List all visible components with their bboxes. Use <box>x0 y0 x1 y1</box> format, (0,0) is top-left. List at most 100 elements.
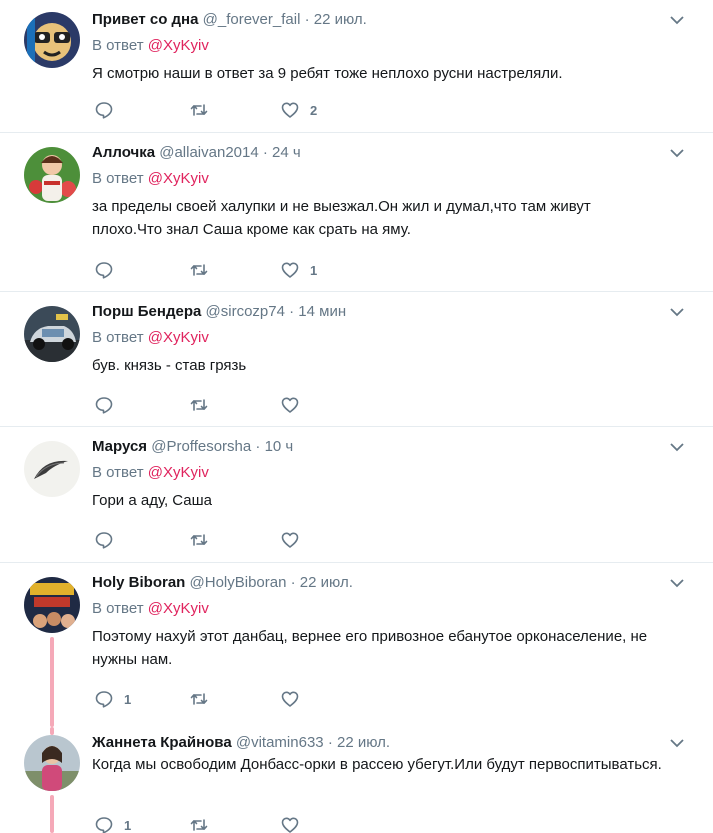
reply-button[interactable] <box>94 98 124 122</box>
tweet[interactable]: Порш Бендера @sircozp74 · 14 мин В ответ… <box>0 292 713 427</box>
reply-mention-link[interactable]: @XyKyiv <box>148 464 209 481</box>
reply-button[interactable] <box>94 528 124 552</box>
tweet[interactable]: Holy Biboran @HolyBiboran · 22 июл. В от… <box>0 563 713 727</box>
chevron-down-icon[interactable] <box>669 304 685 320</box>
retweet-icon <box>190 104 208 116</box>
user-handle[interactable]: @allaivan2014 <box>159 144 258 161</box>
reply-button[interactable]: 1 <box>94 687 131 711</box>
retweet-icon <box>190 264 208 276</box>
tweet-header: Маруся @Proffesorsha · 10 ч <box>92 437 293 457</box>
thread-connector <box>50 637 54 727</box>
heart-icon <box>281 817 299 833</box>
reply-icon <box>95 691 113 708</box>
car-avatar-icon[interactable] <box>24 306 80 362</box>
user-handle[interactable]: @HolyBiboran <box>190 574 287 591</box>
retweet-button[interactable] <box>189 258 219 282</box>
tweet-header: Аллочка @allaivan2014 · 24 ч <box>92 143 301 163</box>
tweet[interactable]: Маруся @Proffesorsha · 10 ч В ответ @XyK… <box>0 427 713 563</box>
retweet-button[interactable] <box>189 393 219 417</box>
retweet-button[interactable] <box>189 687 219 711</box>
display-name[interactable]: Порш Бендера <box>92 303 201 320</box>
tweet[interactable]: Аллочка @allaivan2014 · 24 ч В ответ @Xy… <box>0 133 713 292</box>
reply-context: В ответ @XyKyiv <box>92 169 209 189</box>
reply-feed: Привет со дна @_forever_fail · 22 июл. В… <box>0 0 713 833</box>
user-handle[interactable]: @Proffesorsha <box>151 438 251 455</box>
thread-connector <box>50 795 54 833</box>
like-count: 1 <box>310 262 318 278</box>
reply-prefix: В ответ <box>92 600 144 617</box>
display-name[interactable]: Жаннета Крайнова <box>92 734 232 751</box>
separator-dot: · <box>255 438 261 455</box>
retweet-icon <box>190 819 208 831</box>
reply-icon <box>95 102 113 119</box>
timestamp[interactable]: 22 июл. <box>300 574 353 591</box>
reply-icon <box>95 262 113 279</box>
display-name[interactable]: Аллочка <box>92 144 155 161</box>
thread-connector <box>50 727 54 735</box>
tweet-actions: 1 <box>92 813 392 833</box>
reply-button[interactable]: 1 <box>94 813 131 833</box>
reply-mention-link[interactable]: @XyKyiv <box>148 37 209 54</box>
tweet-header: Порш Бендера @sircozp74 · 14 мин <box>92 302 346 322</box>
tweet-text: був. князь - став грязь <box>92 357 247 374</box>
reply-mention-link[interactable]: @XyKyiv <box>148 600 209 617</box>
tweet-text: Гори а аду, Саша <box>92 492 213 509</box>
like-button[interactable] <box>280 687 310 711</box>
user-handle[interactable]: @vitamin633 <box>236 734 324 751</box>
reply-mention-link[interactable]: @XyKyiv <box>148 329 209 346</box>
tweet-text: за пределы своей халупки и не выезжал.Он… <box>92 198 591 238</box>
reply-prefix: В ответ <box>92 37 144 54</box>
like-button[interactable]: 2 <box>280 98 317 122</box>
reply-prefix: В ответ <box>92 170 144 187</box>
poster-avatar-icon[interactable] <box>24 577 80 633</box>
reply-button[interactable] <box>94 393 124 417</box>
separator-dot: · <box>327 734 333 751</box>
display-name[interactable]: Привет со дна <box>92 11 198 28</box>
heart-icon <box>281 397 299 413</box>
chevron-down-icon[interactable] <box>669 575 685 591</box>
like-button[interactable]: 1 <box>280 258 317 282</box>
tweet[interactable]: Привет со дна @_forever_fail · 22 июл. В… <box>0 0 713 133</box>
separator-dot: · <box>289 303 295 320</box>
reply-count: 1 <box>124 817 132 833</box>
retweet-button[interactable] <box>189 98 219 122</box>
retweet-icon <box>190 399 208 411</box>
reply-button[interactable] <box>94 258 124 282</box>
tweet[interactable]: Жаннета Крайнова @vitamin633 · 22 июл. К… <box>0 727 713 833</box>
tweet-actions: 1 <box>92 258 392 282</box>
tweet-text: Я смотрю наши в ответ за 9 ребят тоже не… <box>92 65 563 82</box>
tweet-header: Жаннета Крайнова @vitamin633 · 22 июл. <box>92 733 390 753</box>
timestamp[interactable]: 22 июл. <box>314 11 367 28</box>
separator-dot: · <box>290 574 296 591</box>
display-name[interactable]: Маруся <box>92 438 147 455</box>
tweet-actions: 1 <box>92 687 392 711</box>
user-handle[interactable]: @_forever_fail <box>203 11 301 28</box>
reply-prefix: В ответ <box>92 329 144 346</box>
retweet-button[interactable] <box>189 813 219 833</box>
reply-context: В ответ @XyKyiv <box>92 328 209 348</box>
timestamp[interactable]: 22 июл. <box>337 734 390 751</box>
like-button[interactable] <box>280 528 310 552</box>
reply-icon <box>95 817 113 833</box>
chevron-down-icon[interactable] <box>669 12 685 28</box>
timestamp[interactable]: 10 ч <box>265 438 294 455</box>
cartoon-face-avatar-icon[interactable] <box>24 12 80 68</box>
like-button[interactable] <box>280 813 310 833</box>
tweet-actions <box>92 528 392 552</box>
timestamp[interactable]: 24 ч <box>272 144 301 161</box>
reply-context: В ответ @XyKyiv <box>92 599 209 619</box>
tweet-actions: 2 <box>92 98 392 122</box>
display-name[interactable]: Holy Biboran <box>92 574 185 591</box>
chevron-down-icon[interactable] <box>669 735 685 751</box>
retweet-button[interactable] <box>189 528 219 552</box>
girl-with-flowers-avatar-icon[interactable] <box>24 147 80 203</box>
woman-portrait-avatar-icon[interactable] <box>24 735 80 791</box>
timestamp[interactable]: 14 мин <box>298 303 346 320</box>
chevron-down-icon[interactable] <box>669 145 685 161</box>
chevron-down-icon[interactable] <box>669 439 685 455</box>
user-handle[interactable]: @sircozp74 <box>206 303 285 320</box>
boomerang-avatar-icon[interactable] <box>24 441 80 497</box>
like-button[interactable] <box>280 393 310 417</box>
tweet-text: Поэтому нахуй этот данбац, вернее его пр… <box>92 628 648 668</box>
reply-mention-link[interactable]: @XyKyiv <box>148 170 209 187</box>
